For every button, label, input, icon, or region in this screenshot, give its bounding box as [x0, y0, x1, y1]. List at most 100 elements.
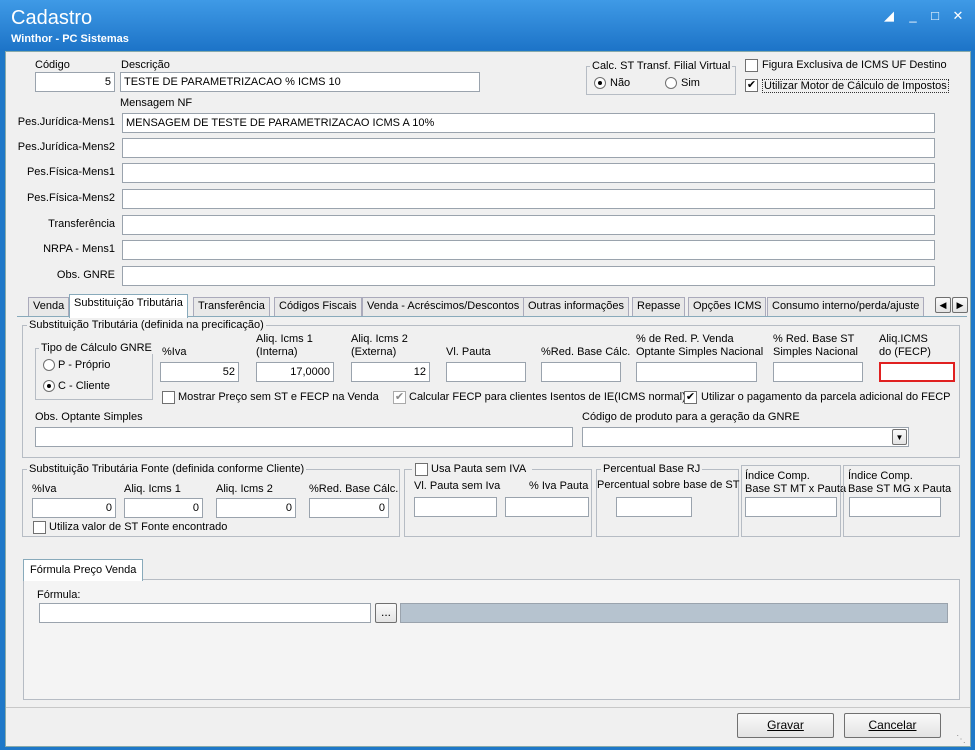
tab-venda[interactable]: Venda [28, 297, 70, 316]
close-icon[interactable]: ✕ [951, 9, 965, 22]
st-redst-sublabel: Simples Nacional [773, 346, 858, 358]
resize-grip-icon[interactable]: ⋱ [956, 734, 968, 746]
gnre-proprio-radio[interactable] [43, 359, 55, 371]
figura-label: Figura Exclusiva de ICMS UF Destino [762, 59, 947, 71]
calc-st-sim-radio[interactable] [665, 77, 677, 89]
fonte-aliq2-input[interactable]: 0 [216, 498, 296, 518]
st-aliq1-label: Aliq. Icms 1 [256, 333, 313, 345]
utilizar-fecp-label: Utilizar o pagamento da parcela adiciona… [701, 391, 951, 403]
codigo-gnre-select[interactable] [582, 427, 909, 447]
obs-optante-input[interactable] [35, 427, 573, 447]
utilizar-fecp-checkbox[interactable]: ✔ [684, 391, 697, 404]
codigo-input[interactable]: 5 [35, 72, 115, 92]
fonte-aliq1-input[interactable]: 0 [124, 498, 203, 518]
msg-input-pj2[interactable] [122, 138, 935, 158]
utiliza-fonte-checkbox[interactable] [33, 521, 46, 534]
gravar-button-label: Gravar [767, 718, 804, 732]
msg-input-pf2[interactable] [122, 189, 935, 209]
mensagem-nf-label: Mensagem NF [120, 97, 193, 109]
st-aliq2-label: Aliq. Icms 2 [351, 333, 408, 345]
st-iva-input[interactable]: 52 [160, 362, 239, 382]
codigo-gnre-label: Código de produto para a geração da GNRE [582, 411, 800, 423]
tab-repasse[interactable]: Repasse [632, 297, 686, 316]
rj-input[interactable] [616, 497, 692, 517]
msg-input-pf1[interactable] [122, 163, 935, 183]
formula-browse-button[interactable]: ... [375, 603, 397, 623]
pauta-iva-input[interactable] [505, 497, 589, 517]
pauta-vl-label: Vl. Pauta sem Iva [414, 480, 501, 492]
codigo-label: Código [35, 59, 70, 71]
msg-label-pj2: Pes.Jurídica-Mens2 [17, 141, 115, 153]
formula-input[interactable] [39, 603, 371, 623]
tab-transferencia[interactable]: Transferência [193, 297, 270, 316]
fonte-iva-input[interactable]: 0 [32, 498, 116, 518]
msg-label-nrpa: NRPA - Mens1 [43, 243, 115, 255]
descricao-input[interactable]: TESTE DE PARAMETRIZACAO % ICMS 10 [120, 72, 480, 92]
gravar-button[interactable]: Gravar [737, 713, 834, 738]
cancelar-button-label: Cancelar [868, 718, 917, 732]
gnre-cliente-radio[interactable] [43, 380, 55, 392]
utiliza-fonte-label: Utiliza valor de ST Fonte encontrado [49, 521, 228, 533]
cancelar-button[interactable]: Cancelar [844, 713, 941, 738]
usa-pauta-checkbox[interactable] [415, 463, 428, 476]
msg-label-pf2: Pes.Física-Mens2 [26, 192, 115, 204]
tab-venda-acrescimos[interactable]: Venda - Acréscimos/Descontos [362, 297, 525, 316]
edit-icon[interactable]: ◢ [882, 9, 896, 22]
rj-group-label: Percentual Base RJ [601, 463, 703, 475]
tab-codigos-fiscais[interactable]: Códigos Fiscais [274, 297, 362, 316]
window-subtitle: Winthor - PC Sistemas [11, 33, 129, 45]
maximize-icon[interactable]: □ [928, 9, 942, 22]
minimize-icon[interactable]: _ [906, 9, 920, 22]
tab-substituicao-tributaria[interactable]: Substituição Tributária [69, 294, 188, 318]
st-redbase-input[interactable] [541, 362, 621, 382]
rj-label: Percentual sobre base de ST [597, 479, 740, 491]
st-fecp-input[interactable] [879, 362, 955, 382]
fonte-aliq1-label: Aliq. Icms 1 [124, 483, 181, 495]
msg-label-pj1: Pes.Jurídica-Mens1 [17, 116, 115, 128]
calc-st-nao-radio[interactable] [594, 77, 606, 89]
msg-label-transferencia: Transferência [48, 218, 115, 230]
st-aliq2-sublabel: (Externa) [351, 346, 397, 358]
msg-input-transferencia[interactable] [122, 215, 935, 235]
calcular-fecp-checkbox[interactable]: ✔ [393, 391, 406, 404]
st-redvenda-label: % de Red. P. Venda [636, 333, 734, 345]
tab-scroll-right-icon[interactable]: ▶ [952, 297, 968, 313]
fonte-red-label: %Red. Base Cálc. [309, 483, 399, 495]
msg-label-pf1: Pes.Física-Mens1 [26, 166, 115, 178]
figura-checkbox[interactable] [745, 59, 758, 72]
st-aliq2-input[interactable]: 12 [351, 362, 430, 382]
obs-optante-label: Obs. Optante Simples [35, 411, 143, 423]
tab-formula-preco-venda[interactable]: Fórmula Preço Venda [23, 559, 144, 581]
st-redst-input[interactable] [773, 362, 863, 382]
fonte-aliq2-label: Aliq. Icms 2 [216, 483, 273, 495]
msg-input-obs-gnre[interactable] [122, 266, 935, 286]
gnre-group-label: Tipo de Cálculo GNRE [39, 342, 154, 354]
mg-label: Índice Comp. [848, 470, 913, 482]
msg-input-nrpa[interactable] [122, 240, 935, 260]
formula-label: Fórmula: [37, 589, 81, 601]
mt-input[interactable] [745, 497, 837, 517]
st-redvenda-input[interactable] [636, 362, 757, 382]
gnre-group [35, 348, 153, 400]
gnre-proprio-label: P - Próprio [58, 359, 111, 371]
chevron-down-icon[interactable]: ▼ [892, 429, 907, 445]
motor-checkbox[interactable]: ✔ [745, 79, 758, 92]
gnre-cliente-label: C - Cliente [58, 380, 110, 392]
tab-consumo-interno[interactable]: Consumo interno/perda/ajuste [767, 297, 925, 316]
fonte-group-label: Substituição Tributária Fonte (definida … [27, 463, 307, 475]
st-redbase-label: %Red. Base Cálc. [541, 346, 631, 358]
st-pauta-input[interactable] [446, 362, 526, 382]
tab-scroll-left-icon[interactable]: ◀ [935, 297, 951, 313]
mostrar-checkbox[interactable] [162, 391, 175, 404]
title-bar [0, 0, 975, 50]
tab-opcoes-icms[interactable]: Opções ICMS [688, 297, 767, 316]
msg-input-pj1[interactable]: MENSAGEM DE TESTE DE PARAMETRIZACAO ICMS… [122, 113, 935, 133]
st-fecp-label: Aliq.ICMS [879, 333, 928, 345]
formula-panel [23, 579, 960, 700]
mg-input[interactable] [849, 497, 941, 517]
st-aliq1-input[interactable]: 17,0000 [256, 362, 334, 382]
tab-outras-informacoes[interactable]: Outras informações [523, 297, 629, 316]
fonte-iva-label: %Iva [32, 483, 57, 495]
fonte-red-input[interactable]: 0 [309, 498, 389, 518]
pauta-vl-input[interactable] [414, 497, 497, 517]
